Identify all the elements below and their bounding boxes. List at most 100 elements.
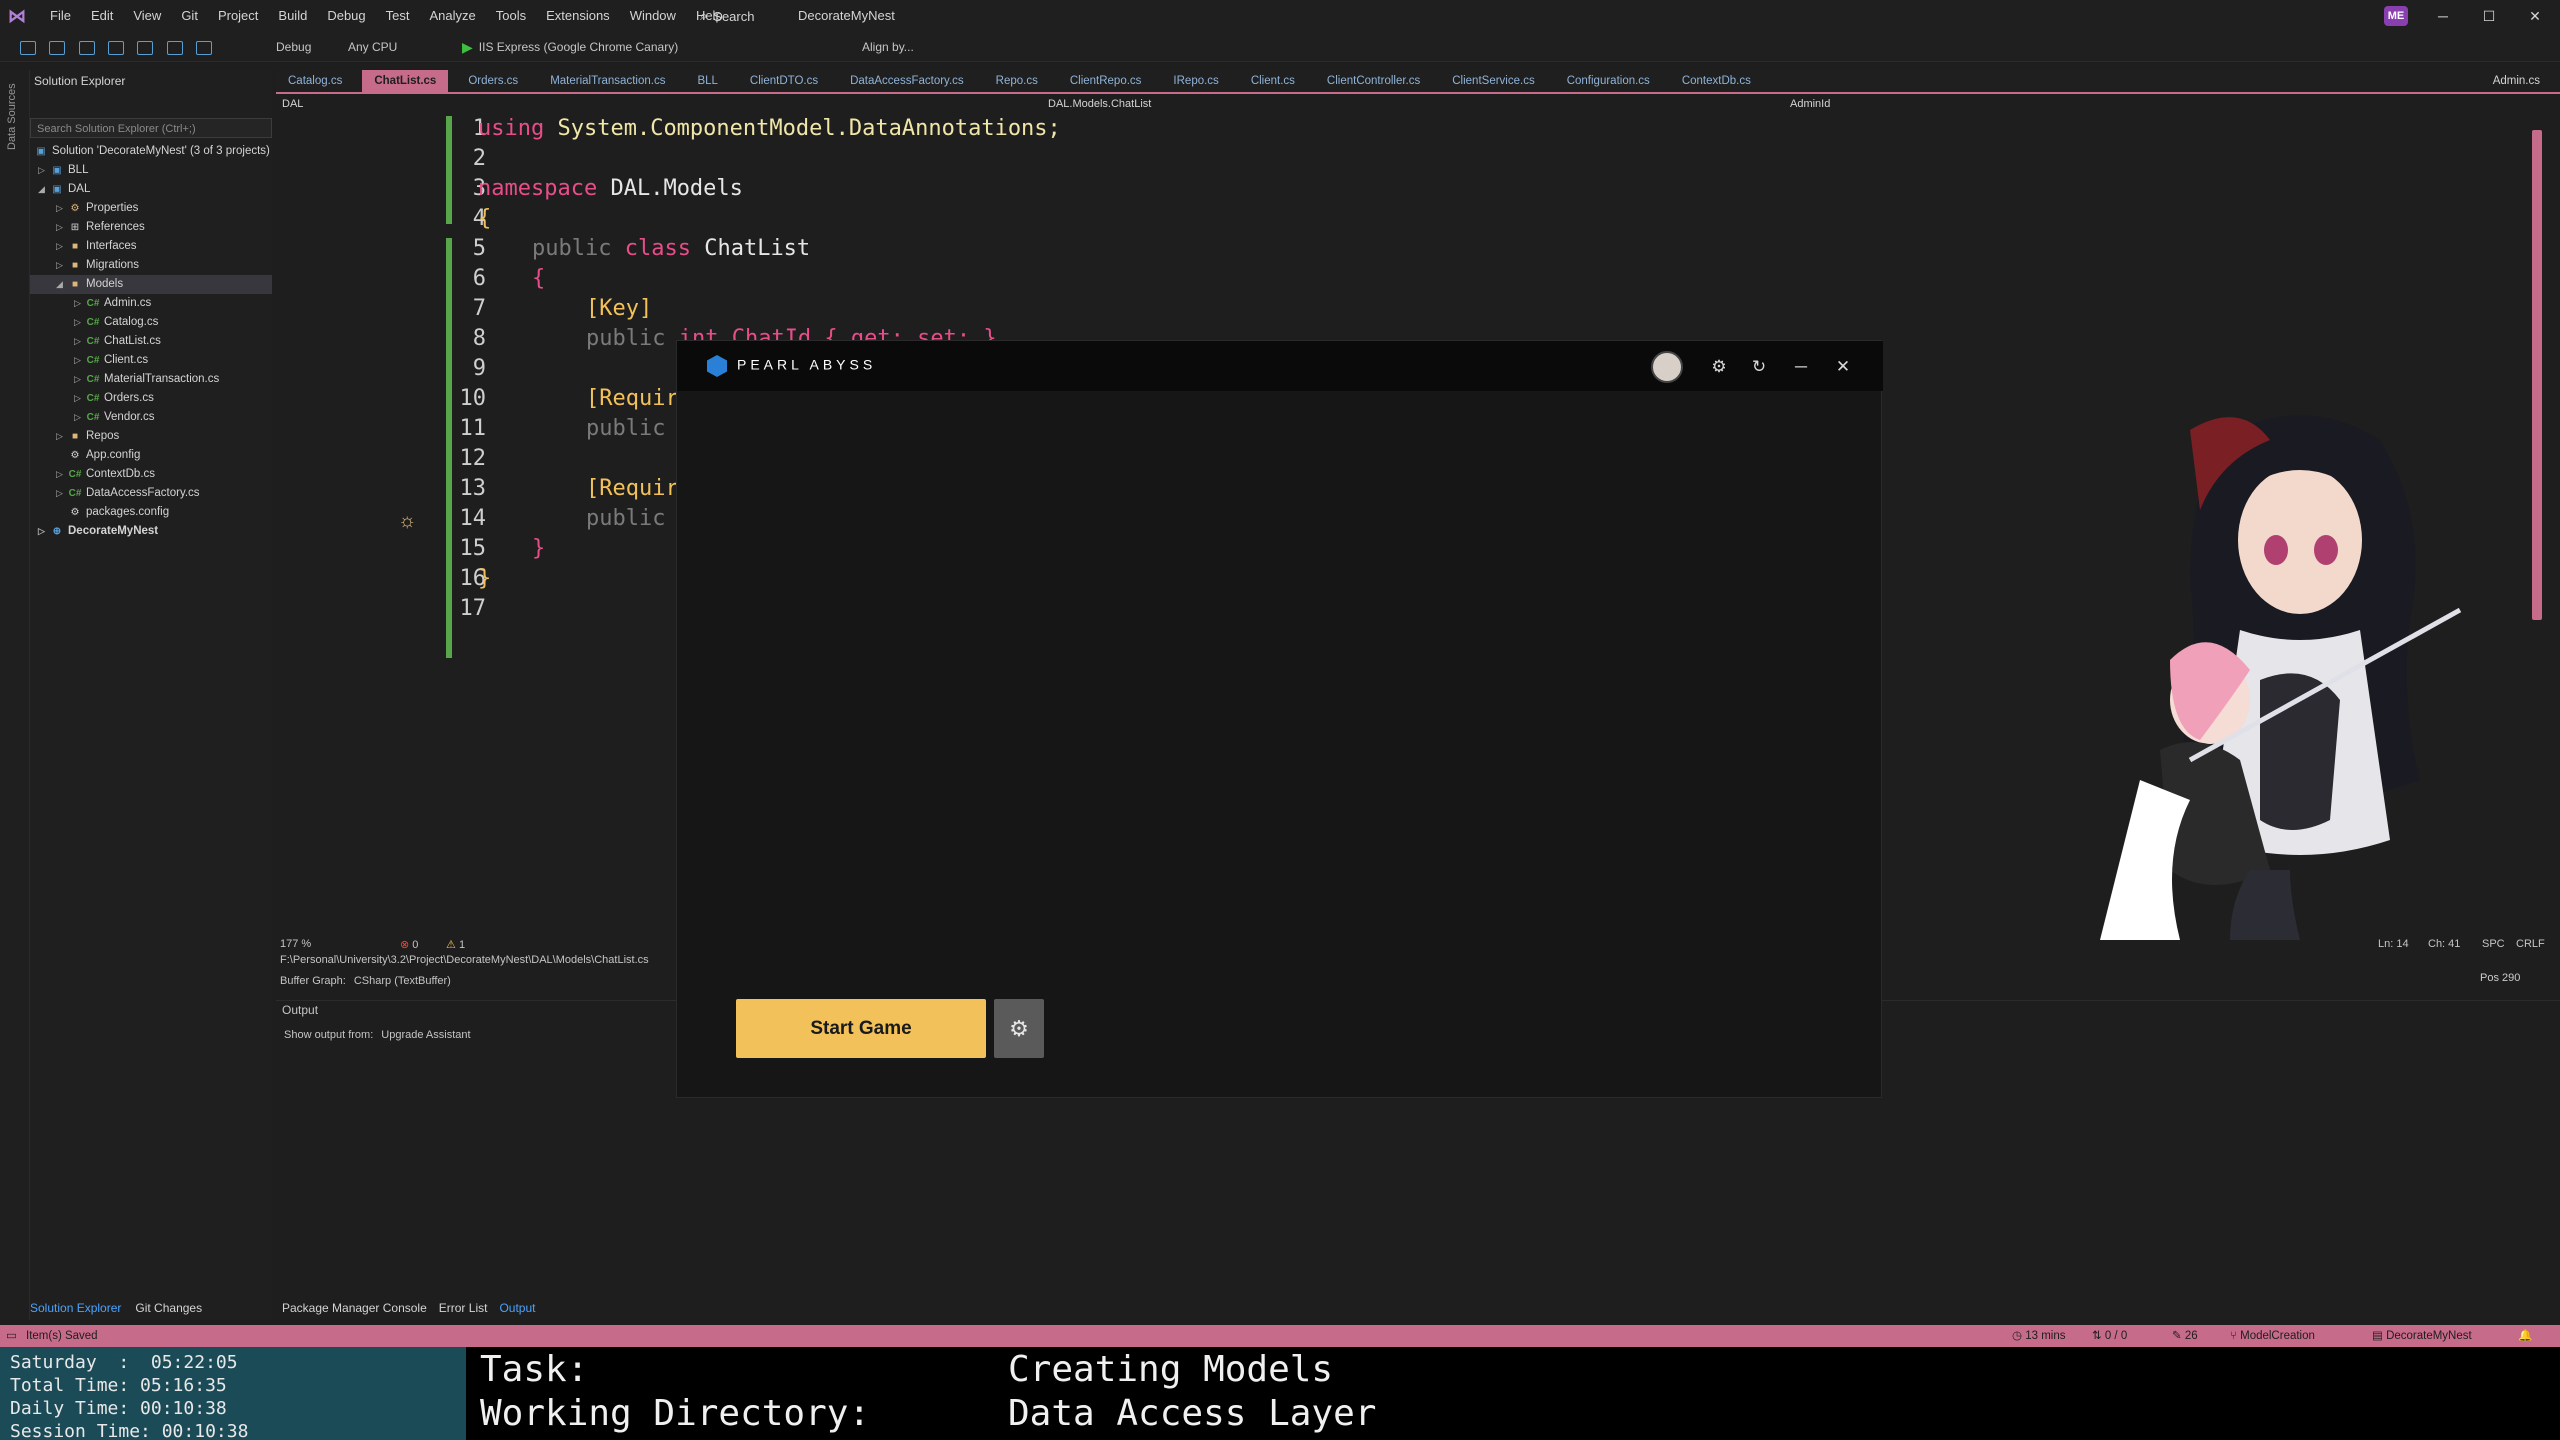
tree-item-dal[interactable]: ◢ ▣ DAL bbox=[30, 180, 272, 199]
user-avatar[interactable]: ME bbox=[2384, 6, 2408, 26]
tab-contextdb[interactable]: ContextDb.cs bbox=[1670, 70, 1763, 92]
menu-build[interactable]: Build bbox=[268, 0, 317, 32]
tree-item-models[interactable]: ◢ ■ Models bbox=[30, 275, 272, 294]
save-all-icon[interactable] bbox=[137, 40, 154, 55]
menu-git[interactable]: Git bbox=[171, 0, 208, 32]
tab-output[interactable]: Output bbox=[499, 1301, 535, 1315]
tree-item-app-config[interactable]: ⚙ App.config bbox=[30, 446, 272, 465]
elapsed-time[interactable]: ◷ 13 mins bbox=[2012, 1325, 2066, 1347]
tree-item-packages-config[interactable]: ⚙ packages.config bbox=[30, 503, 272, 522]
tab-chatlist[interactable]: ChatList.cs bbox=[362, 70, 449, 92]
new-item-icon[interactable] bbox=[49, 40, 66, 55]
settings-icon[interactable]: ⚙ bbox=[1707, 355, 1731, 379]
notifications-icon[interactable]: 🔔 bbox=[2518, 1325, 2532, 1347]
solution-search-input[interactable]: Search Solution Explorer (Ctrl+;) bbox=[30, 118, 272, 138]
menu-edit[interactable]: Edit bbox=[81, 0, 123, 32]
tree-item-migrations[interactable]: ▷ ■ Migrations bbox=[30, 256, 272, 275]
nav-project-dropdown[interactable]: DAL bbox=[282, 98, 303, 110]
run-button[interactable]: ▶ IIS Express (Google Chrome Canary) bbox=[462, 38, 678, 56]
tab-clientcontroller[interactable]: ClientController.cs bbox=[1315, 70, 1432, 92]
tab-git-changes[interactable]: Git Changes bbox=[135, 1301, 202, 1315]
tab-materialtransaction[interactable]: MaterialTransaction.cs bbox=[538, 70, 677, 92]
menu-window[interactable]: Window bbox=[620, 0, 686, 32]
tab-error-list[interactable]: Error List bbox=[439, 1301, 488, 1315]
close-icon[interactable]: ✕ bbox=[2512, 0, 2558, 32]
minimize-icon[interactable]: ─ bbox=[1789, 355, 1813, 379]
tab-catalog[interactable]: Catalog.cs bbox=[276, 70, 354, 92]
redo-icon[interactable] bbox=[196, 40, 213, 55]
tree-item-chatlist[interactable]: ▷ C# ChatList.cs bbox=[30, 332, 272, 351]
vcs-sync[interactable]: ⇅ 0 / 0 bbox=[2092, 1325, 2127, 1347]
data-sources-tab[interactable]: Data Sources bbox=[6, 70, 18, 150]
tree-item-dataaccessfactory[interactable]: ▷ C# DataAccessFactory.cs bbox=[30, 484, 272, 503]
navigate-back-icon[interactable] bbox=[20, 40, 36, 55]
file-path: F:\Personal\University\3.2\Project\Decor… bbox=[280, 954, 649, 966]
nav-type-dropdown[interactable]: DAL.Models.ChatList bbox=[1048, 98, 1151, 110]
tree-item-admin[interactable]: ▷ C# Admin.cs bbox=[30, 294, 272, 313]
tab-package-manager-console[interactable]: Package Manager Console bbox=[282, 1301, 427, 1315]
tab-dataaccessfactory[interactable]: DataAccessFactory.cs bbox=[838, 70, 976, 92]
menu-analyze[interactable]: Analyze bbox=[419, 0, 485, 32]
tab-repo[interactable]: Repo.cs bbox=[984, 70, 1050, 92]
menu-file[interactable]: File bbox=[40, 0, 81, 32]
profile-avatar[interactable] bbox=[1651, 351, 1683, 383]
menu-extensions[interactable]: Extensions bbox=[536, 0, 620, 32]
whitespace-indicator[interactable]: SPC bbox=[2482, 938, 2505, 950]
tree-item-interfaces[interactable]: ▷ ■ Interfaces bbox=[30, 237, 272, 256]
config-dropdown[interactable]: Debug bbox=[276, 38, 311, 56]
save-icon[interactable] bbox=[108, 40, 125, 55]
buffer-graph-dropdown[interactable]: CSharp (TextBuffer) bbox=[354, 975, 451, 987]
error-count[interactable]: 0 bbox=[412, 939, 418, 951]
tree-item-repos[interactable]: ▷ ■ Repos bbox=[30, 427, 272, 446]
refresh-icon[interactable]: ↻ bbox=[1747, 355, 1771, 379]
lightbulb-icon[interactable]: ☼ bbox=[398, 510, 416, 533]
menu-project[interactable]: Project bbox=[208, 0, 268, 32]
tab-configuration[interactable]: Configuration.cs bbox=[1555, 70, 1662, 92]
menu-debug[interactable]: Debug bbox=[317, 0, 375, 32]
tree-item-client[interactable]: ▷ C# Client.cs bbox=[30, 351, 272, 370]
zoom-level[interactable]: 177 % bbox=[280, 938, 311, 950]
close-icon[interactable]: ✕ bbox=[1831, 355, 1855, 379]
open-icon[interactable] bbox=[78, 40, 95, 55]
line-ending-indicator[interactable]: CRLF bbox=[2516, 938, 2545, 950]
search-box[interactable]: ⌕ Search bbox=[700, 6, 754, 26]
tab-clientdto[interactable]: ClientDTO.cs bbox=[738, 70, 830, 92]
undo-icon[interactable] bbox=[166, 40, 183, 55]
maximize-icon[interactable]: ☐ bbox=[2466, 0, 2512, 32]
output-source-dropdown[interactable]: Upgrade Assistant bbox=[381, 1029, 470, 1041]
warning-count[interactable]: 1 bbox=[459, 939, 465, 951]
tab-client[interactable]: Client.cs bbox=[1239, 70, 1307, 92]
start-game-button[interactable]: Start Game bbox=[736, 999, 986, 1058]
tree-item-contextdb[interactable]: ▷ C# ContextDb.cs bbox=[30, 465, 272, 484]
git-branch[interactable]: ⑂ ModelCreation bbox=[2230, 1325, 2315, 1347]
tree-item-decoratemynest[interactable]: ▷ ⊕ DecorateMyNest bbox=[30, 522, 272, 541]
tree-item-properties[interactable]: ▷ ⚙ Properties bbox=[30, 199, 272, 218]
menu-test[interactable]: Test bbox=[376, 0, 420, 32]
tab-clientrepo[interactable]: ClientRepo.cs bbox=[1058, 70, 1154, 92]
platform-dropdown[interactable]: Any CPU bbox=[348, 38, 397, 56]
tree-item-solution[interactable]: ▣ Solution 'DecorateMyNest' (3 of 3 proje… bbox=[30, 142, 272, 161]
tree-item-materialtransaction[interactable]: ▷ C# MaterialTransaction.cs bbox=[30, 370, 272, 389]
game-settings-icon[interactable]: ⚙ bbox=[994, 999, 1044, 1058]
tab-irepo[interactable]: IRepo.cs bbox=[1161, 70, 1230, 92]
tree-item-bll[interactable]: ▷ ▣ BLL bbox=[30, 161, 272, 180]
align-by-dropdown[interactable]: Align by... bbox=[862, 38, 914, 56]
nav-member-dropdown[interactable]: AdminId bbox=[1790, 98, 1830, 110]
minimize-icon[interactable]: ─ bbox=[2420, 0, 2466, 32]
tree-item-vendor[interactable]: ▷ C# Vendor.cs bbox=[30, 408, 272, 427]
tab-clientservice[interactable]: ClientService.cs bbox=[1440, 70, 1546, 92]
tab-admin[interactable]: Admin.cs bbox=[2481, 70, 2552, 92]
menu-view[interactable]: View bbox=[123, 0, 171, 32]
line-indicator[interactable]: Ln: 14 bbox=[2378, 938, 2409, 950]
tree-item-catalog[interactable]: ▷ C# Catalog.cs bbox=[30, 313, 272, 332]
tab-solution-explorer[interactable]: Solution Explorer bbox=[30, 1301, 121, 1315]
menu-tools[interactable]: Tools bbox=[486, 0, 536, 32]
char-indicator[interactable]: Ch: 41 bbox=[2428, 938, 2460, 950]
pending-edits[interactable]: ✎ 26 bbox=[2172, 1325, 2198, 1347]
git-repo[interactable]: ▤ DecorateMyNest bbox=[2372, 1325, 2472, 1347]
tab-bll[interactable]: BLL bbox=[685, 70, 729, 92]
code-line-3: namespace DAL.Models bbox=[478, 176, 743, 201]
tree-item-orders[interactable]: ▷ C# Orders.cs bbox=[30, 389, 272, 408]
tree-item-references[interactable]: ▷ ⊞ References bbox=[30, 218, 272, 237]
tab-orders[interactable]: Orders.cs bbox=[456, 70, 530, 92]
